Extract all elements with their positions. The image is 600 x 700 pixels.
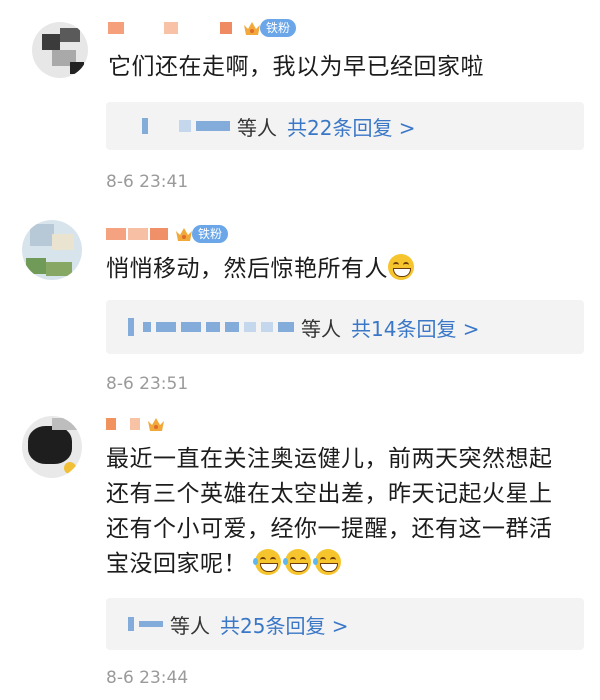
laughing-tears-emoji <box>282 549 311 575</box>
blurred-username-block <box>130 418 140 430</box>
crown-icon <box>242 19 262 37</box>
blurred-name <box>206 322 220 332</box>
timestamp: 8-6 23:51 <box>106 374 189 394</box>
blurred-name <box>156 322 176 332</box>
blurred-username-block <box>106 418 116 430</box>
avatar[interactable] <box>22 220 82 280</box>
blurred-name <box>261 322 273 332</box>
comment-text: 它们还在走啊，我以为早已经回家啦 <box>108 54 484 80</box>
blurred-name <box>225 322 239 332</box>
comment-3: 最近一直在关注奥运健儿，前两天突然想起 还有三个英雄在太空出差，昨天记起火星上 … <box>0 400 600 700</box>
username[interactable] <box>106 412 166 436</box>
crown-icon <box>146 415 166 433</box>
comment-text: 最近一直在关注奥运健儿，前两天突然想起 还有三个英雄在太空出差，昨天记起火星上 … <box>106 442 592 582</box>
comment-text-body: 悄悄移动，然后惊艳所有人 <box>106 256 388 282</box>
blurred-name <box>181 322 201 332</box>
crown-icon <box>174 225 194 243</box>
fan-badge[interactable]: 铁粉 <box>174 224 229 244</box>
view-replies-link[interactable]: 共22条回复 > <box>287 112 416 141</box>
blurred-username-block <box>220 22 232 34</box>
reply-summary: 等人 共22条回复 > <box>128 102 416 150</box>
reply-preview[interactable]: 等人 共22条回复 > <box>106 102 584 150</box>
timestamp: 8-6 23:41 <box>106 172 189 192</box>
blurred-name <box>143 322 151 332</box>
blurred-name <box>196 121 230 131</box>
grinning-face-emoji <box>388 254 414 280</box>
blurred-username-block <box>164 22 178 34</box>
badge-label: 铁粉 <box>192 225 229 243</box>
blurred-name <box>128 617 134 631</box>
timestamp: 8-6 23:44 <box>106 668 189 688</box>
view-replies-link[interactable]: 共25条回复 > <box>220 610 349 639</box>
username[interactable]: 铁粉 <box>108 16 297 40</box>
blurred-username-block <box>106 228 126 240</box>
fan-badge[interactable] <box>146 414 166 434</box>
reply-summary: 等人 共14条回复 > <box>128 300 480 354</box>
blurred-name <box>278 322 294 332</box>
blurred-username-block <box>128 228 148 240</box>
reply-preview[interactable]: 等人 共25条回复 > <box>106 598 584 650</box>
reply-preview[interactable]: 等人 共14条回复 > <box>106 300 584 354</box>
avatar[interactable] <box>32 22 88 78</box>
comment-line: 还有三个英雄在太空出差，昨天记起火星上 <box>106 481 553 507</box>
reply-summary: 等人 共25条回复 > <box>128 598 349 650</box>
fan-badge[interactable]: 铁粉 <box>242 18 297 38</box>
comment-1: 铁粉 它们还在走啊，我以为早已经回家啦 等人 共22条回复 > 8-6 23:4… <box>0 0 600 200</box>
blurred-name <box>142 118 148 134</box>
reply-prefix: 等人 <box>301 316 341 341</box>
comment-line: 还有个小可爱，经你一提醒，还有这一群活 <box>106 516 553 542</box>
comment-text: 悄悄移动，然后惊艳所有人 <box>106 252 418 287</box>
avatar[interactable] <box>22 416 82 478</box>
blurred-name <box>128 318 134 336</box>
blurred-username-block <box>150 228 168 240</box>
username[interactable]: 铁粉 <box>106 222 229 246</box>
blurred-name <box>139 621 163 627</box>
laughing-tears-emoji <box>312 549 341 575</box>
laughing-tears-emoji <box>252 549 281 575</box>
comment-line: 最近一直在关注奥运健儿，前两天突然想起 <box>106 446 553 472</box>
comment-line: 宝没回家呢！ <box>106 551 247 577</box>
reply-prefix: 等人 <box>170 613 210 638</box>
reply-prefix: 等人 <box>237 115 277 140</box>
badge-label: 铁粉 <box>260 19 297 37</box>
comment-2: 铁粉 悄悄移动，然后惊艳所有人 等人 共14条回复 > 8-6 23:51 <box>0 200 600 400</box>
blurred-username-block <box>108 22 124 34</box>
blurred-name <box>179 120 191 132</box>
blurred-name <box>244 322 256 332</box>
view-replies-link[interactable]: 共14条回复 > <box>351 313 480 342</box>
comment-line-last: 宝没回家呢！ <box>106 547 592 582</box>
